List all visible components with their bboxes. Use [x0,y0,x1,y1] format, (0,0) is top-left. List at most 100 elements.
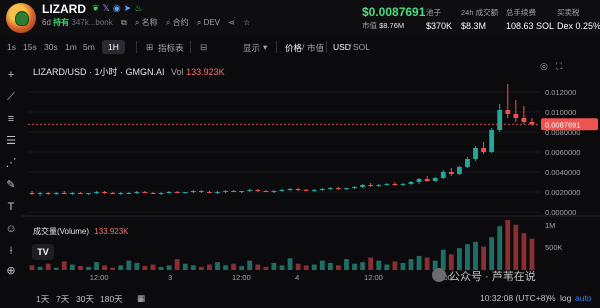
volume-bar [182,263,188,270]
volume-bar [408,259,414,270]
zoom-in-icon[interactable]: ⊕ [4,264,18,278]
volume-bar [150,264,156,270]
candle-body [287,189,293,190]
percent-scale-toggle[interactable]: % [548,293,556,303]
watermark-text: 公众号 · 芦苇在说 [449,271,536,283]
crosshair-icon[interactable]: + [4,68,18,82]
timeframe-30s[interactable]: 30s [44,42,58,52]
display-button[interactable]: 显示 [243,42,260,54]
candle-body [69,193,75,194]
candle-body [29,193,35,194]
candle-body [344,188,349,189]
candle-body [231,191,237,192]
volume-bar [440,249,446,270]
volume-bar [489,237,495,270]
volume-bar [158,266,164,270]
indicators-icon[interactable]: ⊞ [146,42,153,53]
chart-type-icon[interactable]: ⊟ [200,42,207,53]
name-search-link[interactable]: 名称 [142,18,158,27]
stat-total-fees: 总手续费 108.63 SOL [506,7,554,31]
y-tick-label: 0.0040000 [545,168,580,177]
search-icon[interactable]: ⌕ [135,18,139,27]
timeframe-1m[interactable]: 1m [65,42,77,52]
emoji-icon[interactable]: ☺ [4,222,18,236]
indicators-button[interactable]: 指标表 [158,42,184,54]
timeframe-15s[interactable]: 15s [23,42,37,52]
token-name: LIZARD [42,2,86,16]
dev-search-icon[interactable]: ⌕ [197,18,201,27]
volume-bar [505,220,511,270]
chevron-down-icon[interactable]: ▾ [263,42,267,53]
contract-address[interactable]: 347k...bonk [71,18,112,27]
volume-bar [295,263,301,270]
volume-bar [69,264,75,270]
volume-bar [352,263,357,270]
globe-icon[interactable]: ◉ [113,3,121,13]
token-age: 6d [42,18,51,27]
x-social-icon[interactable]: 𝕏 [103,3,110,13]
range-180d[interactable]: 180天 [100,293,123,305]
volume-bar [223,265,228,270]
candle-body [376,185,382,186]
utc-clock[interactable]: 10:32:08 (UTC+8) [480,293,548,303]
auto-scale-toggle[interactable]: auto [575,293,592,303]
contract-search-icon[interactable]: ⌕ [166,18,170,27]
pattern-icon[interactable]: ⋰ [4,156,18,170]
token-header: LIZARD ❦ 𝕏 ◉ ➤ ♨ 6d 持有 347k...bonk ⧉ ⌕ 名称 ⌕ … [0,0,600,36]
drawing-toolbar: + ⟋ ≡ ☰ ⋰ ✎ T ☺ ⟊ ⊕ [0,60,22,282]
volume-bar [319,260,325,270]
text-tool-icon[interactable]: T [4,200,18,214]
volume-bar [118,265,124,270]
range-7d[interactable]: 7天 [56,293,69,305]
timeframe-5m[interactable]: 5m [83,42,95,52]
timeframe-1h[interactable]: 1H [102,40,125,54]
telegram-icon[interactable]: ➤ [124,3,132,13]
log-scale-toggle[interactable]: log [560,293,571,303]
candle-body [408,182,414,184]
volume-bar [416,255,422,270]
volume-bar [126,260,132,270]
horizontal-lines-icon[interactable]: ≡ [4,112,18,126]
timeframe-1s[interactable]: 1s [7,42,16,52]
slash-separator: / [302,42,305,52]
stat-24h-volume: 24h 成交额 $8.3M [461,7,498,31]
price-chart[interactable]: 0.012000 0.010000 0.0080000 0.0060000 0.0040… [22,58,600,290]
candle-body [61,193,67,194]
candle-body [400,184,406,185]
ruler-icon[interactable]: ⟊ [4,244,18,258]
candle-body [126,193,132,194]
brush-icon[interactable]: ✎ [4,178,18,192]
fullscreen-icon[interactable]: ⛶ [556,61,562,72]
candle-body [497,110,503,130]
dev-search-link[interactable]: DEV [204,18,220,27]
volume-bar [513,224,519,270]
token-badges: ❦ 𝕏 ◉ ➤ ♨ [92,3,145,14]
holders-link[interactable]: 持有 [53,18,69,27]
camera-icon[interactable]: ◎ [540,61,548,72]
mcap-mode-toggle[interactable]: 市值 [307,42,324,54]
candle-body [368,185,374,186]
favorite-star-icon[interactable]: ☆ [243,18,250,27]
y-tick-label: 0.010000 [545,108,576,117]
fib-retracement-icon[interactable]: ☰ [4,134,18,148]
volume-bar [271,262,277,270]
contract-search-link[interactable]: 合约 [173,18,189,27]
x-tick-label: 4 [295,273,299,282]
trend-line-icon[interactable]: ⟋ [4,90,18,104]
candle-body [481,148,487,152]
date-range-icon[interactable]: ▦ [137,293,145,304]
range-30d[interactable]: 30天 [76,293,94,305]
price-mode-toggle[interactable]: 价格 [285,42,302,54]
tradingview-logo[interactable]: TV [32,244,54,260]
volume-bar [521,233,527,270]
wechat-logo-icon [432,268,446,282]
pair-sol-toggle[interactable]: SOL [353,42,370,52]
volume-bar [376,260,382,270]
volume-bar [400,262,406,270]
share-icon[interactable]: ⋖ [228,18,235,27]
copy-icon[interactable]: ⧉ [121,18,127,27]
candlestick-chart-svg[interactable]: 0.0120000.0100000.00800000.00600000.0040… [22,58,600,290]
candle-body [223,191,228,192]
candle-body [118,193,124,194]
range-1d[interactable]: 1天 [36,293,49,305]
